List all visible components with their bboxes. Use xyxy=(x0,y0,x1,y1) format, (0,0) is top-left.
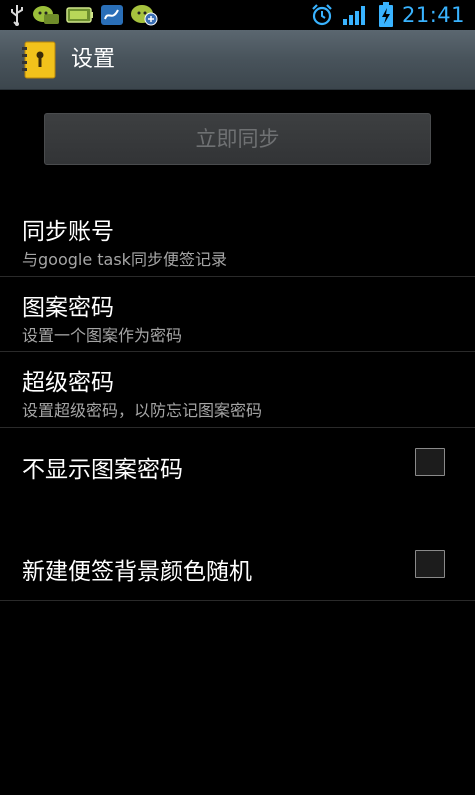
chat-update-icon xyxy=(131,5,158,26)
setting-title: 超级密码 xyxy=(22,370,114,396)
sync-now-button[interactable]: 立即同步 xyxy=(44,113,431,165)
action-bar: 设置 xyxy=(0,30,475,90)
status-bar: 21:41 xyxy=(0,0,475,30)
setting-title: 不显示图案密码 xyxy=(22,457,183,483)
battery-app-icon xyxy=(66,7,93,23)
setting-random-note-color[interactable]: 新建便签背景颜色随机 xyxy=(0,530,475,601)
setting-title: 新建便签背景颜色随机 xyxy=(22,559,252,585)
random-color-checkbox[interactable] xyxy=(415,550,445,578)
clock: 21:41 xyxy=(401,3,465,27)
setting-subtitle: 设置超级密码，以防忘记图案密码 xyxy=(22,401,263,420)
setting-pattern-password[interactable]: 图案密码 设置一个图案作为密码 xyxy=(0,277,475,352)
hide-pattern-checkbox[interactable] xyxy=(415,448,445,476)
setting-hide-pattern[interactable]: 不显示图案密码 xyxy=(0,428,475,498)
page-title: 设置 xyxy=(71,47,116,72)
setting-sync-account[interactable]: 同步账号 与google task同步便签记录 xyxy=(0,200,475,277)
notepad-lock-icon[interactable] xyxy=(22,41,58,79)
battery-charging-icon xyxy=(378,2,393,27)
signal-icon xyxy=(342,6,365,25)
chat-icon xyxy=(33,6,59,24)
setting-super-password[interactable]: 超级密码 设置超级密码，以防忘记图案密码 xyxy=(0,352,475,428)
sync-app-icon xyxy=(101,5,123,25)
notification-icons xyxy=(8,3,158,27)
alarm-icon xyxy=(312,4,332,26)
setting-subtitle: 与google task同步便签记录 xyxy=(22,250,227,269)
usb-icon xyxy=(11,5,23,26)
setting-title: 同步账号 xyxy=(22,219,114,245)
system-icons: 21:41 xyxy=(310,0,465,30)
setting-subtitle: 设置一个图案作为密码 xyxy=(22,326,183,345)
setting-title: 图案密码 xyxy=(22,295,114,321)
